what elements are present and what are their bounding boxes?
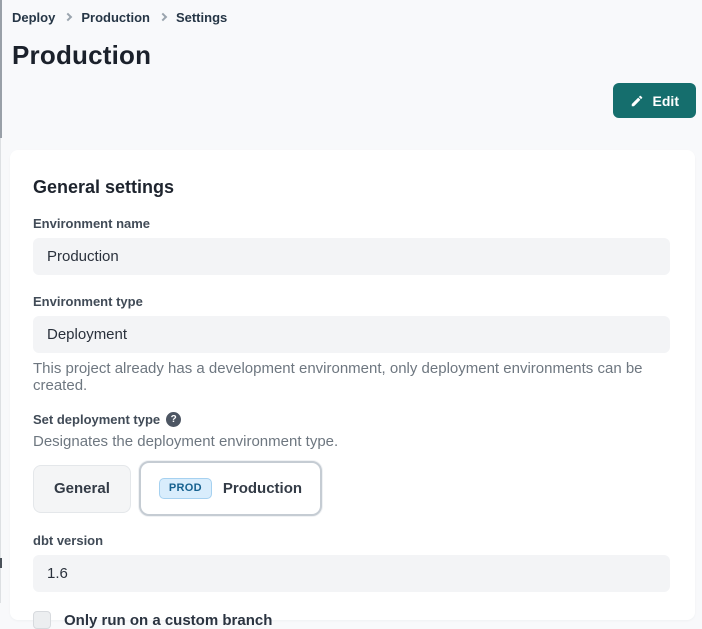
breadcrumb-item-deploy[interactable]: Deploy bbox=[12, 10, 55, 25]
deployment-type-label: Set deployment type ? bbox=[33, 412, 695, 427]
deployment-type-option-general[interactable]: General bbox=[33, 465, 131, 513]
general-settings-card: General settings Environment name Enviro… bbox=[10, 150, 695, 620]
environment-name-field[interactable] bbox=[33, 238, 670, 275]
environment-type-label: Environment type bbox=[33, 294, 695, 309]
deployment-type-option-production-label: Production bbox=[223, 480, 302, 497]
dbt-version-field[interactable] bbox=[33, 555, 670, 592]
chevron-right-icon bbox=[159, 13, 167, 21]
chevron-right-icon bbox=[64, 13, 72, 21]
page-header: Deploy Production Settings Production Ed… bbox=[0, 0, 702, 71]
deployment-type-option-general-label: General bbox=[54, 480, 110, 497]
environment-type-field[interactable] bbox=[33, 316, 670, 353]
panel-edge-top bbox=[0, 0, 2, 138]
environment-type-helper: This project already has a development e… bbox=[33, 360, 673, 394]
general-settings-heading: General settings bbox=[33, 177, 695, 198]
edit-button[interactable]: Edit bbox=[613, 83, 696, 118]
custom-branch-row: Only run on a custom branch bbox=[33, 611, 695, 629]
deployment-type-description: Designates the deployment environment ty… bbox=[33, 433, 695, 450]
breadcrumb-item-settings[interactable]: Settings bbox=[176, 10, 227, 25]
deployment-type-option-production[interactable]: PROD Production bbox=[139, 461, 322, 516]
deployment-type-toggle: General PROD Production bbox=[33, 461, 695, 516]
dbt-version-label: dbt version bbox=[33, 533, 695, 548]
pencil-icon bbox=[630, 94, 644, 108]
breadcrumb-item-production[interactable]: Production bbox=[81, 10, 150, 25]
help-icon[interactable]: ? bbox=[166, 412, 181, 427]
custom-branch-label: Only run on a custom branch bbox=[64, 612, 272, 629]
page-title: Production bbox=[12, 40, 692, 71]
breadcrumb: Deploy Production Settings bbox=[12, 10, 692, 25]
edit-button-label: Edit bbox=[653, 93, 679, 109]
deployment-type-label-text: Set deployment type bbox=[33, 412, 160, 427]
prod-badge: PROD bbox=[159, 478, 212, 499]
environment-name-label: Environment name bbox=[33, 216, 695, 231]
custom-branch-checkbox[interactable] bbox=[33, 611, 51, 629]
panel-edge-scroll-mark bbox=[0, 558, 2, 568]
